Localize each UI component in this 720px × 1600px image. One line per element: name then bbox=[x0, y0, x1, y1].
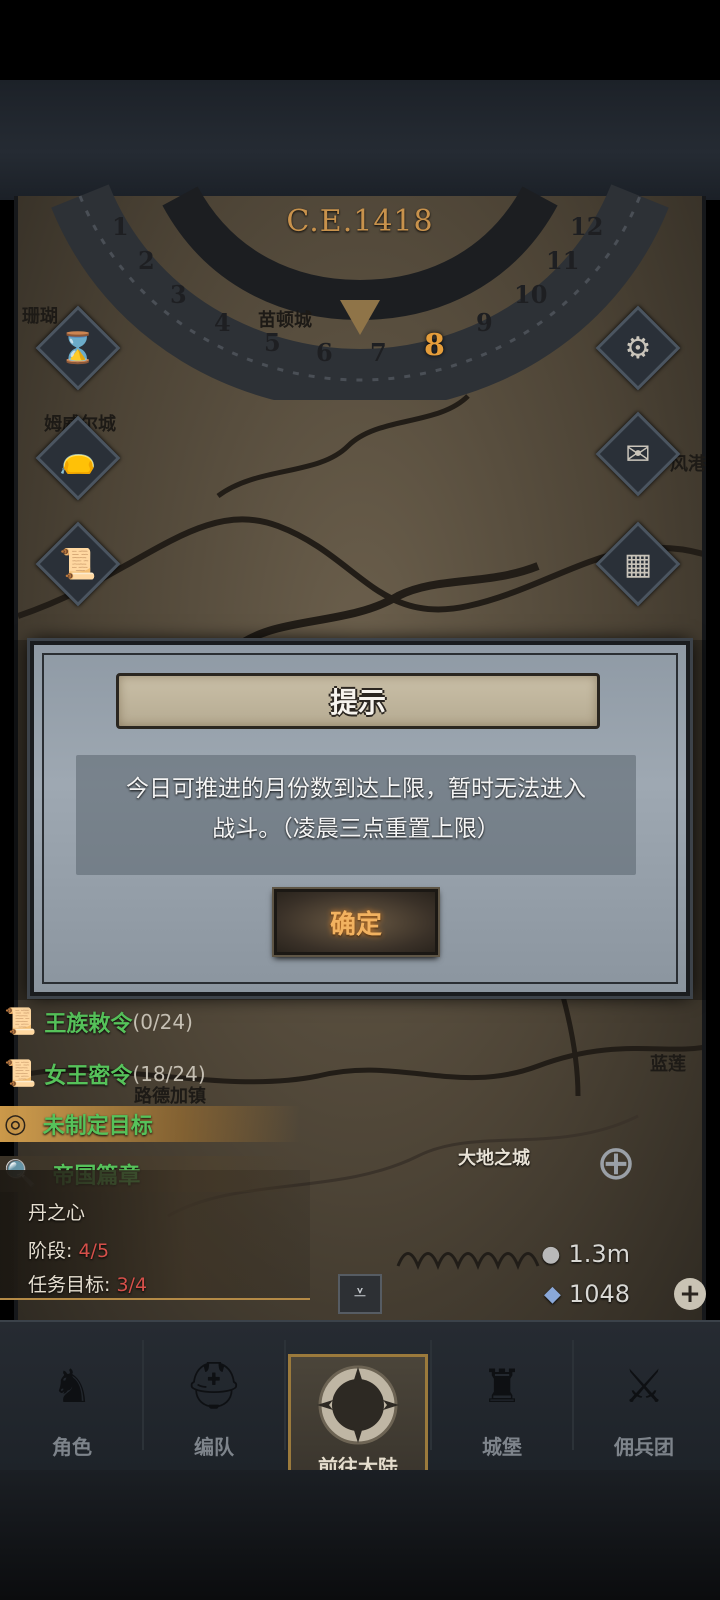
task-row: 任务目标: 3/4 bbox=[28, 1270, 147, 1297]
nav-continent[interactable]: 前往大陆 bbox=[288, 1354, 428, 1482]
confirm-button[interactable]: 确定 bbox=[274, 889, 438, 955]
nav-divider bbox=[284, 1340, 286, 1450]
goal-row[interactable]: ◎ 未制定目标 bbox=[4, 1104, 153, 1144]
notice-dialog: 提示 今日可推进的月份数到达上限，暂时无法进入 战斗。（凌晨三点重置上限） 确定 bbox=[30, 641, 690, 996]
chevron-down-icon: ⩡ bbox=[353, 1281, 367, 1306]
helmet-icon: ⛑ bbox=[184, 1358, 244, 1412]
city-label[interactable]: 苗顿城 bbox=[258, 306, 312, 332]
task-value: 3/4 bbox=[116, 1274, 148, 1296]
coin-icon: ● bbox=[541, 1241, 561, 1267]
month-1: 1 bbox=[112, 212, 129, 241]
month-5: 5 bbox=[264, 328, 281, 357]
dialog-message-line-2: 战斗。（凌晨三点重置上限） bbox=[212, 816, 500, 842]
quest-label: 女王密令 bbox=[44, 1064, 133, 1089]
quest-count: (18/24) bbox=[132, 1062, 206, 1086]
hourglass-icon: ⌛ bbox=[59, 330, 97, 366]
nav-mercenary[interactable]: ⚔ 佣兵团 bbox=[574, 1330, 714, 1460]
nav-label: 编队 bbox=[194, 1435, 234, 1459]
city-label[interactable]: 蓝莲 bbox=[650, 1050, 686, 1076]
goal-label: 未制定目标 bbox=[42, 1114, 153, 1139]
castle-icon: ♜ bbox=[481, 1358, 523, 1413]
locate-button[interactable]: ⊕ bbox=[566, 1130, 666, 1196]
month-9: 9 bbox=[476, 308, 493, 337]
dialog-title-bar: 提示 bbox=[116, 673, 600, 729]
bag-icon: 👝 bbox=[59, 440, 97, 476]
quest-royal-decree[interactable]: 📜 王族敕令 (0/24) bbox=[4, 1002, 193, 1042]
grid-icon: ▦ bbox=[623, 546, 653, 582]
quest-label: 王族敕令 bbox=[44, 1012, 133, 1037]
month-10: 10 bbox=[514, 280, 548, 309]
nav-label: 城堡 bbox=[482, 1435, 522, 1459]
bottom-system-area bbox=[0, 1470, 720, 1600]
target-icon: ◎ bbox=[4, 1109, 27, 1139]
nav-label: 角色 bbox=[52, 1435, 92, 1459]
mail-icon: ✉ bbox=[625, 436, 651, 472]
nav-label: 佣兵团 bbox=[614, 1435, 674, 1459]
knight-icon: ♞ bbox=[51, 1358, 93, 1413]
story-title: 丹之心 bbox=[28, 1202, 86, 1224]
dialog-message: 今日可推进的月份数到达上限，暂时无法进入 战斗。（凌晨三点重置上限） bbox=[94, 769, 618, 849]
top-status-area bbox=[0, 0, 720, 80]
month-3: 3 bbox=[170, 280, 187, 309]
silver-resource: ● 1.3m bbox=[541, 1240, 630, 1268]
quest-queen-order[interactable]: 📜 女王密令 (18/24) bbox=[4, 1054, 206, 1094]
month-8-current: 8 bbox=[424, 328, 445, 363]
dialog-message-line-1: 今日可推进的月份数到达上限，暂时无法进入 bbox=[126, 776, 586, 802]
task-label: 任务目标: bbox=[28, 1274, 111, 1296]
dialog-title: 提示 bbox=[329, 686, 386, 719]
crystal-resource: ◆ 1048 bbox=[544, 1280, 630, 1308]
month-12: 12 bbox=[570, 212, 604, 241]
month-7: 7 bbox=[370, 338, 387, 367]
stage-value: 4/5 bbox=[78, 1240, 110, 1262]
collapse-button[interactable]: ⩡ bbox=[338, 1274, 382, 1314]
crystal-value: 1048 bbox=[568, 1280, 630, 1308]
plus-icon: + bbox=[679, 1279, 701, 1309]
crystal-icon: ◆ bbox=[544, 1281, 561, 1307]
compass-icon bbox=[310, 1363, 406, 1447]
month-4: 4 bbox=[214, 308, 231, 337]
city-label[interactable]: 大地之城 bbox=[458, 1144, 530, 1170]
quest-count: (0/24) bbox=[132, 1010, 193, 1034]
scroll-icon: 📜 bbox=[4, 1059, 37, 1089]
nav-character[interactable]: ♞ 角色 bbox=[2, 1330, 142, 1460]
month-2: 2 bbox=[138, 246, 155, 275]
stage-label: 阶段: bbox=[28, 1240, 73, 1262]
silver-value: 1.3m bbox=[568, 1240, 630, 1268]
crosshair-icon: ⊕ bbox=[595, 1135, 637, 1191]
confirm-label: 确定 bbox=[329, 909, 382, 940]
gear-icon: ⚙ bbox=[624, 330, 652, 366]
nav-formation[interactable]: ⛑ 编队 bbox=[144, 1330, 284, 1460]
scroll-icon: 📜 bbox=[4, 1007, 37, 1037]
month-6: 6 bbox=[316, 338, 333, 367]
month-11: 11 bbox=[546, 246, 580, 275]
mercenary-icon: ⚔ bbox=[623, 1358, 665, 1413]
scroll-icon: 📜 bbox=[59, 546, 97, 582]
add-resource-button[interactable]: + bbox=[674, 1278, 706, 1310]
nav-castle[interactable]: ♜ 城堡 bbox=[432, 1330, 572, 1460]
stage-row: 阶段: 4/5 bbox=[28, 1236, 109, 1263]
year-label: C.E.1418 bbox=[286, 204, 434, 239]
